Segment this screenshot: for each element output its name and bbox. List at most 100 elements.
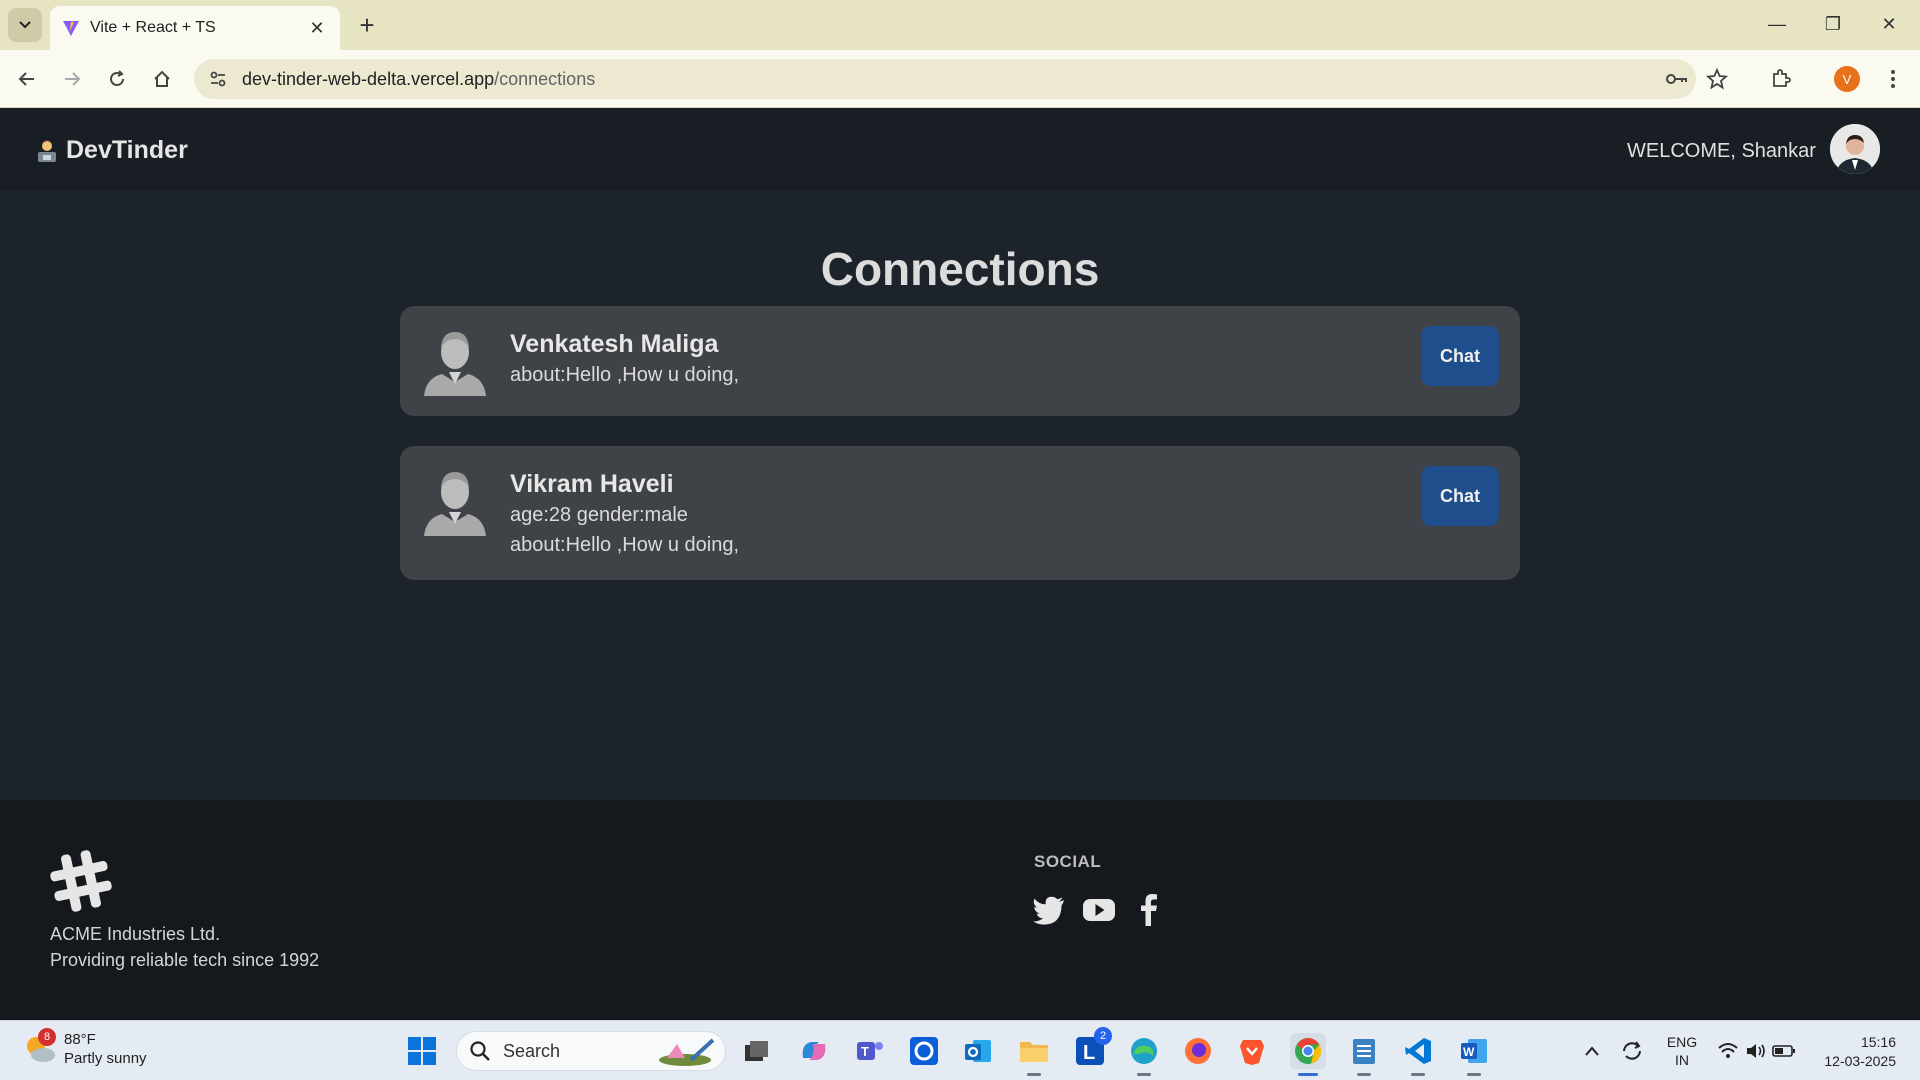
vite-favicon-icon: [63, 21, 79, 36]
url-host: dev-tinder-web-delta.vercel.app: [242, 68, 495, 89]
star-icon: [1706, 68, 1728, 90]
forward-button[interactable]: [55, 62, 89, 96]
show-hidden-icons-button[interactable]: [1574, 1033, 1610, 1069]
chat-button[interactable]: Chat: [1421, 466, 1499, 526]
wifi-icon: [1718, 1043, 1738, 1058]
app-navbar: DevTinder WELCOME, Shankar: [0, 108, 1920, 190]
arrow-left-icon: [18, 72, 34, 86]
task-view-icon: [745, 1041, 768, 1061]
hashtag-logo-icon: [50, 850, 112, 912]
os-taskbar: 8 88°F Partly sunny Search T L 2 W ENG I…: [0, 1020, 1920, 1080]
arrow-right-icon: [65, 72, 81, 86]
edge-app[interactable]: [1126, 1033, 1162, 1069]
extensions-button[interactable]: [1764, 62, 1798, 96]
brave-app[interactable]: [1234, 1033, 1270, 1069]
footer-company: ACME Industries Ltd.: [50, 924, 221, 944]
cortana-app[interactable]: [906, 1033, 942, 1069]
home-icon: [154, 70, 170, 87]
teams-app[interactable]: T: [852, 1033, 888, 1069]
firefox-icon: [1185, 1038, 1211, 1064]
connection-name: Venkatesh Maliga: [510, 330, 719, 358]
new-tab-button[interactable]: +: [352, 10, 382, 40]
minimize-button[interactable]: —: [1754, 8, 1800, 40]
browser-tab-strip: Vite + React + TS ✕ + — ❐ ✕: [0, 0, 1920, 50]
chrome-app[interactable]: [1290, 1033, 1326, 1069]
home-button[interactable]: [145, 62, 179, 96]
taskbar-search-label: Search: [503, 1040, 561, 1061]
tab-close-icon[interactable]: ✕: [306, 17, 328, 39]
twitter-icon[interactable]: [1032, 892, 1066, 926]
copilot-icon: [802, 1042, 826, 1060]
browser-menu-button[interactable]: [1876, 62, 1910, 96]
taskbar-search[interactable]: Search: [456, 1031, 726, 1071]
tab-search-button[interactable]: [8, 8, 42, 42]
close-window-button[interactable]: ✕: [1866, 8, 1912, 40]
brand-link[interactable]: DevTinder: [34, 136, 188, 165]
restore-button[interactable]: ❐: [1810, 8, 1856, 40]
edge-icon: [1131, 1038, 1157, 1064]
reload-button[interactable]: [100, 62, 134, 96]
chat-button[interactable]: Chat: [1421, 326, 1499, 386]
weather-desc: Partly sunny: [64, 1050, 147, 1067]
reload-icon: [110, 70, 124, 86]
clock-date: 12-03-2025: [1824, 1053, 1896, 1069]
connections-page: Connections Venkatesh Maliga about:Hello…: [0, 190, 1920, 800]
kebab-menu-icon: [1891, 70, 1895, 88]
chrome-icon: [1295, 1037, 1322, 1064]
speaker-icon: [1747, 1044, 1765, 1058]
site-info-icon: [210, 71, 226, 87]
chevron-down-icon: [19, 21, 31, 29]
connection-about: about:Hello ,How u doing,: [510, 364, 740, 386]
connection-age-gender: age:28 gender:male: [510, 504, 688, 526]
running-indicator: [1137, 1073, 1151, 1076]
notepad-app[interactable]: [1346, 1033, 1382, 1069]
battery-tray-icon[interactable]: [1766, 1033, 1802, 1069]
profile-avatar-button[interactable]: V: [1834, 66, 1860, 92]
running-indicator: [1027, 1073, 1041, 1076]
back-button[interactable]: [10, 62, 44, 96]
default-avatar-icon: [424, 332, 486, 396]
browser-tab[interactable]: Vite + React + TS ✕: [50, 6, 340, 50]
file-explorer-app[interactable]: [1016, 1033, 1052, 1069]
sync-tray-icon[interactable]: [1614, 1033, 1650, 1069]
youtube-icon[interactable]: [1082, 892, 1116, 926]
svg-text:W: W: [1463, 1045, 1475, 1059]
page-footer: ACME Industries Ltd. Providing reliable …: [0, 800, 1920, 1020]
vscode-icon: [1405, 1038, 1431, 1064]
bookmark-star-button[interactable]: [1700, 62, 1734, 96]
word-app[interactable]: W: [1456, 1033, 1492, 1069]
language-indicator[interactable]: ENG IN: [1660, 1033, 1704, 1069]
default-avatar-icon: [424, 472, 486, 536]
copilot-app[interactable]: [796, 1033, 832, 1069]
url-path: /connections: [494, 68, 596, 89]
lang-bottom: IN: [1675, 1052, 1689, 1068]
firefox-app[interactable]: [1180, 1033, 1216, 1069]
outlook-icon: [965, 1040, 991, 1062]
brave-lion-icon: [1240, 1040, 1264, 1065]
start-button[interactable]: [404, 1033, 440, 1069]
password-key-icon[interactable]: [1664, 69, 1688, 89]
task-view-button[interactable]: [738, 1033, 774, 1069]
running-indicator: [1411, 1073, 1425, 1076]
vscode-app[interactable]: [1400, 1033, 1436, 1069]
browser-toolbar: dev-tinder-web-delta.vercel.app/connecti…: [0, 50, 1920, 108]
active-indicator: [1298, 1073, 1318, 1076]
address-bar[interactable]: dev-tinder-web-delta.vercel.app/connecti…: [194, 59, 1696, 99]
user-avatar[interactable]: [1830, 124, 1880, 174]
tab-title: Vite + React + TS: [90, 19, 216, 36]
footer-tagline: Providing reliable tech since 1992: [50, 950, 320, 970]
connection-card: Venkatesh Maliga about:Hello ,How u doin…: [400, 306, 1520, 416]
l-app[interactable]: L 2: [1072, 1027, 1112, 1069]
outlook-app[interactable]: [960, 1033, 996, 1069]
search-highlight-icon: [659, 1038, 715, 1066]
technologist-emoji-icon: [38, 139, 56, 162]
facebook-icon[interactable]: [1132, 892, 1166, 926]
teams-icon: T: [857, 1042, 883, 1060]
taskbar-clock[interactable]: 15:16 12-03-2025: [1810, 1033, 1896, 1071]
puzzle-icon: [1773, 69, 1791, 87]
lang-top: ENG: [1666, 1034, 1698, 1050]
weather-widget[interactable]: 8 88°F Partly sunny: [22, 1028, 147, 1068]
brand-name: DevTinder: [66, 136, 188, 164]
windows-logo-icon: [408, 1037, 436, 1065]
user-photo-icon: [1830, 124, 1880, 174]
